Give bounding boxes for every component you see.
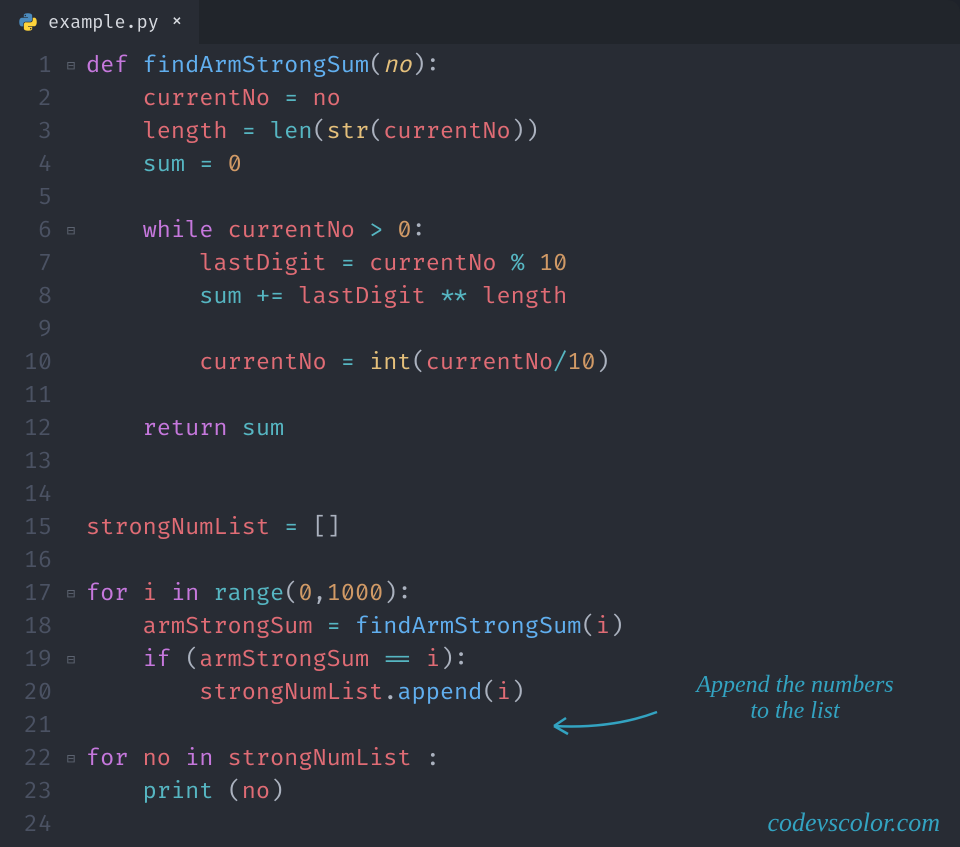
- code-editor[interactable]: 123456789101112131415161718192021222324 …: [0, 44, 960, 847]
- code-line[interactable]: return sum: [86, 413, 960, 446]
- line-number: 1: [0, 50, 52, 83]
- code-line[interactable]: [86, 479, 960, 512]
- fold-toggle[interactable]: ⊟: [60, 50, 82, 83]
- code-line[interactable]: [86, 182, 960, 215]
- close-tab-button[interactable]: ×: [169, 10, 185, 34]
- annotation-line1: Append the numbers: [696, 672, 893, 698]
- watermark: codevscolor.com: [767, 806, 940, 839]
- code-area[interactable]: def findArmStrongSum(no): currentNo = no…: [82, 50, 960, 847]
- line-number: 23: [0, 776, 52, 809]
- code-line[interactable]: def findArmStrongSum(no):: [86, 50, 960, 83]
- fold-toggle: [60, 611, 82, 644]
- line-number: 10: [0, 347, 52, 380]
- line-number: 22: [0, 743, 52, 776]
- fold-toggle: [60, 677, 82, 710]
- line-number: 12: [0, 413, 52, 446]
- fold-toggle: [60, 446, 82, 479]
- fold-toggle[interactable]: ⊟: [60, 743, 82, 776]
- line-number: 6: [0, 215, 52, 248]
- fold-toggle[interactable]: ⊟: [60, 215, 82, 248]
- fold-toggle: [60, 149, 82, 182]
- fold-column: ⊟ ⊟ ⊟ ⊟ ⊟: [60, 50, 82, 847]
- line-number: 8: [0, 281, 52, 314]
- fold-toggle: [60, 809, 82, 842]
- tab-filename: example.py: [48, 11, 159, 34]
- line-number: 14: [0, 479, 52, 512]
- annotation-arrow: [542, 704, 662, 744]
- annotation-text: Append the numbers to the list: [660, 672, 930, 725]
- fold-toggle: [60, 314, 82, 347]
- editor-window: example.py × 123456789101112131415161718…: [0, 0, 960, 847]
- fold-toggle[interactable]: ⊟: [60, 644, 82, 677]
- line-number: 17: [0, 578, 52, 611]
- fold-toggle: [60, 380, 82, 413]
- line-number: 18: [0, 611, 52, 644]
- line-number: 2: [0, 83, 52, 116]
- code-line[interactable]: lastDigit = currentNo % 10: [86, 248, 960, 281]
- fold-toggle: [60, 479, 82, 512]
- code-line[interactable]: length = len(str(currentNo)): [86, 116, 960, 149]
- fold-toggle: [60, 347, 82, 380]
- fold-toggle: [60, 776, 82, 809]
- line-number: 11: [0, 380, 52, 413]
- line-number: 19: [0, 644, 52, 677]
- code-line[interactable]: currentNo = int(currentNo/10): [86, 347, 960, 380]
- code-line[interactable]: sum += lastDigit ** length: [86, 281, 960, 314]
- annotation-line2: to the list: [750, 698, 839, 724]
- tab-bar: example.py ×: [0, 0, 960, 44]
- line-number-gutter: 123456789101112131415161718192021222324: [0, 50, 60, 847]
- code-line[interactable]: while currentNo > 0:: [86, 215, 960, 248]
- line-number: 3: [0, 116, 52, 149]
- fold-toggle[interactable]: ⊟: [60, 578, 82, 611]
- fold-toggle: [60, 182, 82, 215]
- code-line[interactable]: currentNo = no: [86, 83, 960, 116]
- code-line[interactable]: for no in strongNumList :: [86, 743, 960, 776]
- fold-toggle: [60, 281, 82, 314]
- fold-toggle: [60, 116, 82, 149]
- code-line[interactable]: armStrongSum = findArmStrongSum(i): [86, 611, 960, 644]
- line-number: 9: [0, 314, 52, 347]
- fold-toggle: [60, 512, 82, 545]
- code-line[interactable]: [86, 446, 960, 479]
- line-number: 5: [0, 182, 52, 215]
- line-number: 24: [0, 809, 52, 842]
- code-line[interactable]: [86, 545, 960, 578]
- fold-toggle: [60, 710, 82, 743]
- line-number: 20: [0, 677, 52, 710]
- line-number: 16: [0, 545, 52, 578]
- line-number: 13: [0, 446, 52, 479]
- fold-toggle: [60, 545, 82, 578]
- code-line[interactable]: print (no): [86, 776, 960, 809]
- code-line[interactable]: strongNumList = []: [86, 512, 960, 545]
- fold-toggle: [60, 248, 82, 281]
- python-icon: [18, 12, 38, 32]
- line-number: 7: [0, 248, 52, 281]
- code-line[interactable]: [86, 314, 960, 347]
- code-line[interactable]: [86, 380, 960, 413]
- line-number: 4: [0, 149, 52, 182]
- code-line[interactable]: sum = 0: [86, 149, 960, 182]
- code-line[interactable]: for i in range(0,1000):: [86, 578, 960, 611]
- fold-toggle: [60, 413, 82, 446]
- file-tab[interactable]: example.py ×: [0, 0, 199, 44]
- fold-toggle: [60, 83, 82, 116]
- line-number: 15: [0, 512, 52, 545]
- line-number: 21: [0, 710, 52, 743]
